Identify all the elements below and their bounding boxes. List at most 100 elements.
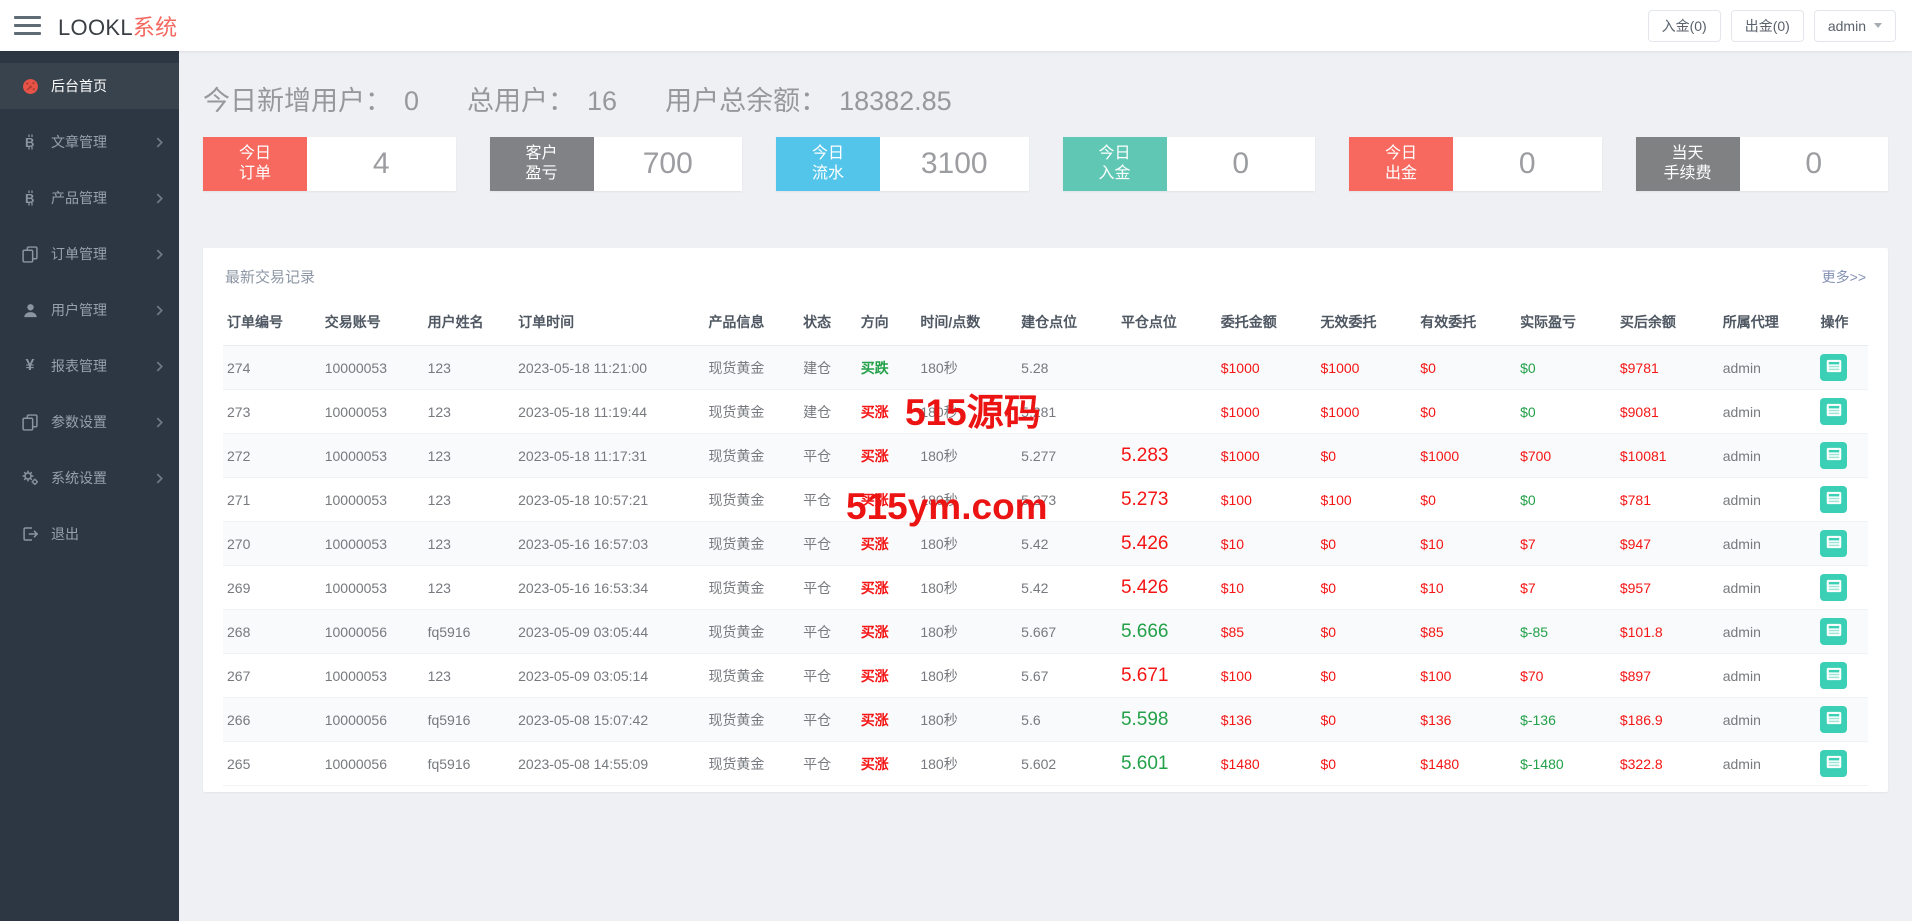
sidebar-item-文章管理[interactable]: B 文章管理 [0, 119, 179, 165]
cell-valid: $85 [1416, 610, 1516, 654]
cell-open-point: 5.273 [1017, 478, 1117, 522]
sidebar-item-报表管理[interactable]: ¥报表管理 [0, 343, 179, 389]
card-label: 今日订单 [203, 137, 307, 191]
order-detail-button[interactable] [1820, 530, 1847, 557]
cell-invalid: $0 [1317, 566, 1417, 610]
cell-valid: $0 [1416, 390, 1516, 434]
sidebar-item-订单管理[interactable]: 订单管理 [0, 231, 179, 277]
main-content: 今日新增用户：0总用户：16用户总余额：18382.85 今日订单4客户盈亏70… [179, 79, 1912, 792]
cell-user-name: 123 [424, 566, 515, 610]
menu-toggle-icon[interactable] [14, 15, 41, 36]
cell-status: 平仓 [799, 478, 857, 522]
cell-product: 现货黄金 [704, 610, 799, 654]
stat-cards: 今日订单4客户盈亏700今日流水3100今日入金0今日出金0当天手续费0 [203, 137, 1888, 191]
cell-amount: $136 [1217, 698, 1317, 742]
cell-order-id: 272 [223, 434, 321, 478]
withdraw-button[interactable]: 出金(0) [1731, 10, 1804, 42]
cell-account: 10000053 [321, 654, 424, 698]
app-logo: LOOKL系统 [58, 10, 177, 42]
chevron-down-icon [1874, 23, 1882, 28]
deposit-button[interactable]: 入金(0) [1648, 10, 1721, 42]
cell-profit: $-85 [1516, 610, 1616, 654]
order-detail-button[interactable] [1820, 618, 1847, 645]
cell-status: 建仓 [799, 390, 857, 434]
card-label: 今日出金 [1349, 137, 1453, 191]
column-header: 无效委托 [1317, 303, 1417, 346]
cell-order-id: 269 [223, 566, 321, 610]
cell-close-point: 5.426 [1117, 522, 1217, 566]
stat-item: 总用户：16 [467, 79, 617, 118]
yen-icon: ¥ [20, 357, 40, 375]
cell-user-name: fq5916 [424, 610, 515, 654]
cell-agent: admin [1719, 654, 1817, 698]
order-detail-button[interactable] [1820, 574, 1847, 601]
cell-order-time: 2023-05-09 03:05:14 [514, 654, 704, 698]
table-row: 269100000531232023-05-16 16:53:34现货黄金平仓买… [223, 566, 1868, 610]
cell-profit: $-1480 [1516, 742, 1616, 786]
cell-account: 10000056 [321, 742, 424, 786]
column-header: 产品信息 [704, 303, 799, 346]
order-detail-button[interactable] [1820, 398, 1847, 425]
list-icon [1826, 447, 1842, 464]
cell-direction: 买涨 [857, 610, 917, 654]
sidebar-item-label: 后台首页 [51, 76, 107, 96]
card-label: 当天手续费 [1636, 137, 1740, 191]
cell-valid: $0 [1416, 346, 1516, 390]
cell-direction: 买涨 [857, 566, 917, 610]
user-menu-button[interactable]: admin [1814, 10, 1896, 42]
table-row: 26510000056fq59162023-05-08 14:55:09现货黄金… [223, 742, 1868, 786]
cell-duration: 180秒 [916, 742, 1017, 786]
svg-text:B: B [25, 135, 34, 150]
sidebar-item-退出[interactable]: 退出 [0, 511, 179, 557]
stat-card-今日出金: 今日出金0 [1349, 137, 1602, 191]
cell-order-time: 2023-05-18 11:19:44 [514, 390, 704, 434]
cell-product: 现货黄金 [704, 346, 799, 390]
cell-order-time: 2023-05-16 16:57:03 [514, 522, 704, 566]
column-header: 实际盈亏 [1516, 303, 1616, 346]
order-detail-button[interactable] [1820, 354, 1847, 381]
cell-balance: $9781 [1616, 346, 1719, 390]
sidebar-item-用户管理[interactable]: 用户管理 [0, 287, 179, 333]
cell-direction: 买涨 [857, 522, 917, 566]
order-detail-button[interactable] [1820, 706, 1847, 733]
sidebar-item-产品管理[interactable]: B产品管理 [0, 175, 179, 221]
order-detail-button[interactable] [1820, 750, 1847, 777]
cell-account: 10000053 [321, 346, 424, 390]
cell-open-point: 5.277 [1017, 434, 1117, 478]
cell-duration: 180秒 [916, 346, 1017, 390]
cell-invalid: $0 [1317, 742, 1417, 786]
cell-operation [1816, 654, 1868, 698]
svg-text:B: B [25, 191, 34, 206]
copy-icon [20, 414, 40, 431]
sidebar-item-label: 文章管理 [51, 132, 107, 152]
order-detail-button[interactable] [1820, 662, 1847, 689]
cell-order-time: 2023-05-16 16:53:34 [514, 566, 704, 610]
stat-label: 用户总余额： [665, 79, 827, 118]
order-detail-button[interactable] [1820, 442, 1847, 469]
sidebar-item-后台首页[interactable]: 后台首页 [0, 63, 179, 109]
cell-product: 现货黄金 [704, 478, 799, 522]
list-icon [1826, 579, 1842, 596]
sidebar-item-系统设置[interactable]: 系统设置 [0, 455, 179, 501]
cell-balance: $897 [1616, 654, 1719, 698]
chevron-right-icon [156, 249, 163, 260]
cell-status: 平仓 [799, 654, 857, 698]
more-link[interactable]: 更多>> [1822, 267, 1866, 287]
cell-open-point: 5.67 [1017, 654, 1117, 698]
cell-close-point: 5.601 [1117, 742, 1217, 786]
cell-open-point: 5.42 [1017, 522, 1117, 566]
cell-agent: admin [1719, 522, 1817, 566]
list-icon [1826, 403, 1842, 420]
cell-status: 平仓 [799, 522, 857, 566]
cell-agent: admin [1719, 698, 1817, 742]
trades-table: 订单编号交易账号用户姓名订单时间产品信息状态方向时间/点数建仓点位平仓点位委托金… [223, 303, 1868, 786]
stat-card-当天手续费: 当天手续费0 [1636, 137, 1889, 191]
stat-label: 今日新增用户： [203, 79, 392, 118]
cell-valid: $1000 [1416, 434, 1516, 478]
cell-agent: admin [1719, 478, 1817, 522]
sidebar-item-参数设置[interactable]: 参数设置 [0, 399, 179, 445]
order-detail-button[interactable] [1820, 486, 1847, 513]
bitcoin-icon: B [20, 134, 40, 150]
cell-operation [1816, 390, 1868, 434]
cell-balance: $947 [1616, 522, 1719, 566]
